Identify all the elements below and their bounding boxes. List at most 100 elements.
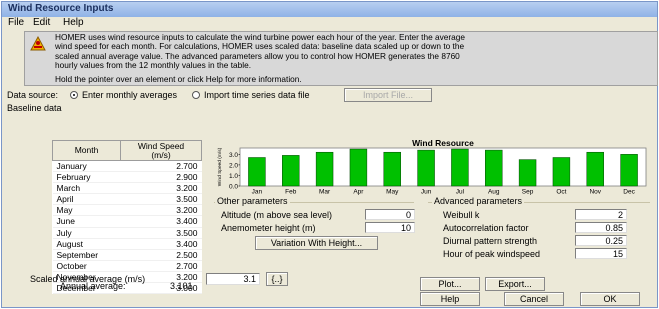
- info-hold-text: Hold the pointer over an element or clic…: [55, 74, 302, 84]
- chart-y-axis-label: Wind Speed (m/s): [217, 147, 223, 186]
- weibull-label: Weibull k: [443, 210, 480, 220]
- altitude-input[interactable]: 0: [365, 209, 415, 220]
- month-cell: January: [52, 160, 121, 173]
- x-tick-label: Jan: [252, 189, 263, 196]
- altitude-label: Altitude (m above sea level): [221, 210, 333, 220]
- window-title: Wind Resource Inputs: [8, 3, 114, 14]
- x-tick-label: May: [386, 189, 399, 196]
- month-cell: May: [52, 204, 121, 217]
- help-button[interactable]: Help: [420, 292, 480, 306]
- month-cell: July: [52, 227, 121, 239]
- wind-speed-cell[interactable]: 2.500: [120, 249, 202, 261]
- menu-file[interactable]: File: [8, 17, 24, 28]
- table-row: August 3.400: [52, 238, 202, 250]
- radio-import[interactable]: [192, 91, 200, 99]
- wind-speed-cell[interactable]: 3.200: [120, 182, 202, 195]
- wind-speed-cell[interactable]: 3.400: [120, 215, 202, 228]
- info-text: HOMER uses wind resource inputs to calcu…: [55, 32, 655, 71]
- x-tick-label: Nov: [589, 189, 601, 196]
- peak-hour-input[interactable]: 15: [575, 248, 627, 259]
- radio-monthly[interactable]: [70, 91, 78, 99]
- table-row: March 3.200: [52, 182, 202, 195]
- diurnal-label: Diurnal pattern strength: [443, 236, 538, 246]
- table-row: October 2.700: [52, 260, 202, 272]
- col-speed-header: Wind Speed (m/s): [120, 140, 202, 161]
- plot-button[interactable]: Plot...: [420, 277, 480, 291]
- table-row: May 3.200: [52, 204, 202, 217]
- wind-speed-cell[interactable]: 2.700: [120, 260, 202, 272]
- menu-bar: File Edit Help: [2, 17, 657, 29]
- chart-bar: [315, 151, 334, 187]
- info-line: hourly values from the 12 monthly values…: [55, 60, 252, 71]
- x-tick-label: Mar: [319, 189, 331, 196]
- table-row: January 2.700: [52, 160, 202, 173]
- chart-bar: [417, 149, 435, 187]
- radio-monthly-label[interactable]: Enter monthly averages: [82, 90, 177, 100]
- peak-hour-label: Hour of peak windspeed: [443, 249, 541, 259]
- month-cell: August: [52, 238, 121, 250]
- chart-title: Wind Resource: [412, 139, 474, 148]
- anemometer-label: Anemometer height (m): [221, 223, 316, 233]
- month-cell: February: [52, 171, 121, 184]
- chart-bar: [485, 149, 503, 187]
- wind-resource-window: Wind Resource Inputs File Edit Help HOME…: [1, 1, 658, 308]
- chart-bar: [282, 155, 300, 187]
- diurnal-input[interactable]: 0.25: [575, 235, 627, 246]
- menu-edit[interactable]: Edit: [33, 17, 50, 28]
- month-cell: September: [52, 249, 121, 261]
- table-row: February 2.900: [52, 171, 202, 184]
- baseline-label: Baseline data: [7, 103, 62, 113]
- scaled-average-input[interactable]: 3.1: [206, 273, 260, 285]
- wind-speed-cell[interactable]: 2.900: [120, 171, 202, 184]
- autocorrelation-input[interactable]: 0.85: [575, 222, 627, 233]
- x-tick-label: Jul: [456, 189, 465, 196]
- month-cell: June: [52, 215, 121, 228]
- ok-button[interactable]: OK: [580, 292, 640, 306]
- wind-speed-cell[interactable]: 3.500: [120, 227, 202, 239]
- chart-bar: [248, 157, 266, 187]
- chart-bar: [349, 148, 368, 187]
- wind-resource-chart: Wind Resource Wind Speed (m/s) 0.0 1.0 2.0 3.…: [214, 139, 650, 197]
- month-cell: March: [52, 182, 121, 195]
- menu-help[interactable]: Help: [63, 17, 84, 28]
- baseline-table: Month Wind Speed (m/s) January 2.700 Febru…: [52, 140, 202, 295]
- chart-bar: [451, 148, 469, 187]
- x-tick-label: Feb: [285, 189, 297, 196]
- wind-speed-cell[interactable]: 3.400: [120, 238, 202, 250]
- y-tick-label: 3.0: [229, 152, 238, 159]
- radio-import-label[interactable]: Import time series data file: [204, 90, 310, 100]
- info-panel: HOMER uses wind resource inputs to calcu…: [24, 31, 658, 86]
- x-tick-label: Sep: [522, 189, 534, 196]
- month-cell: April: [52, 193, 121, 206]
- month-cell: October: [52, 260, 121, 272]
- chart-bar: [586, 151, 604, 187]
- x-tick-label: Apr: [353, 189, 364, 196]
- x-tick-label: Aug: [488, 189, 500, 196]
- wind-speed-cell[interactable]: 3.500: [120, 193, 202, 206]
- table-row: July 3.500: [52, 227, 202, 239]
- wind-speed-cell[interactable]: 2.700: [120, 160, 202, 173]
- y-tick-label: 2.0: [229, 162, 238, 169]
- y-tick-label: 1.0: [229, 173, 238, 180]
- col-speed-header-line2: (m/s): [151, 149, 171, 160]
- weibull-input[interactable]: 2: [575, 209, 627, 220]
- data-source-label: Data source:: [7, 90, 59, 100]
- x-tick-label: Oct: [556, 189, 566, 196]
- cancel-button[interactable]: Cancel: [504, 292, 564, 306]
- variation-with-height-button[interactable]: Variation With Height...: [255, 236, 378, 250]
- title-bar: Wind Resource Inputs: [2, 2, 657, 17]
- chart-bar: [552, 157, 571, 187]
- chart-bar: [383, 151, 401, 187]
- wind-speed-cell[interactable]: 3.200: [120, 204, 202, 217]
- table-row: June 3.400: [52, 215, 202, 228]
- export-button[interactable]: Export...: [485, 277, 545, 291]
- annual-average-value: 3.101: [170, 281, 193, 291]
- import-file-button[interactable]: Import File...: [344, 88, 432, 102]
- chart-bar: [518, 159, 537, 187]
- other-parameters-label: Other parameters: [215, 196, 290, 206]
- autocorrelation-label: Autocorrelation factor: [443, 223, 529, 233]
- table-row: April 3.500: [52, 193, 202, 206]
- chart-bar: [620, 154, 638, 187]
- scaled-average-sensitivity-button[interactable]: {..}: [266, 272, 288, 286]
- anemometer-input[interactable]: 10: [365, 222, 415, 233]
